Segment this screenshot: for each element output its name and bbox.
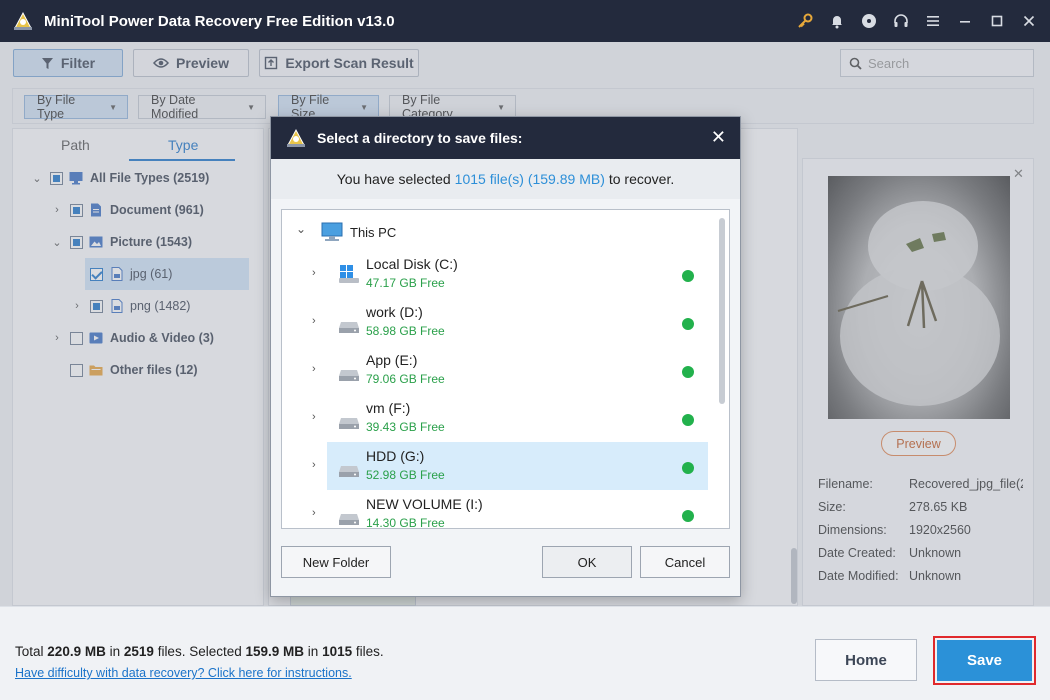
recovery-summary: Total 220.9 MB in 2519 files. Selected 1…	[15, 644, 384, 659]
chevron-right-icon[interactable]: ›	[312, 459, 316, 471]
drive-item-i[interactable]: › NEW VOLUME (I:) 14.30 GB Free	[282, 490, 712, 529]
selected-size: 159.9 MB	[245, 644, 305, 659]
hard-drive-icon	[339, 514, 359, 525]
drive-item-g[interactable]: › HDD (G:) 52.98 GB Free	[282, 442, 712, 490]
drive-item-d[interactable]: › work (D:) 58.98 GB Free	[282, 298, 712, 346]
drive-item-e[interactable]: › App (E:) 79.06 GB Free	[282, 346, 712, 394]
directory-scrollbar[interactable]	[719, 218, 725, 404]
drive-name: App (E:)	[366, 352, 418, 368]
key-icon[interactable]	[796, 12, 814, 30]
hard-drive-icon	[339, 418, 359, 429]
selection-summary: You have selected 1015 file(s) (159.89 M…	[271, 159, 740, 199]
drive-name: NEW VOLUME (I:)	[366, 496, 483, 512]
headset-icon[interactable]	[892, 12, 910, 30]
save-button-highlight: Save	[933, 636, 1036, 685]
dialog-header: Select a directory to save files: ✕	[271, 117, 740, 159]
drive-status-dot	[682, 462, 694, 474]
help-link[interactable]: Have difficulty with data recovery? Clic…	[15, 666, 352, 680]
chevron-right-icon[interactable]: ›	[312, 507, 316, 519]
drive-status-dot	[682, 414, 694, 426]
hard-drive-icon	[339, 322, 359, 333]
home-button[interactable]: Home	[815, 639, 917, 681]
computer-icon	[321, 222, 343, 241]
summary-files-selected: files. Selected	[157, 644, 242, 659]
title-bar: MiniTool Power Data Recovery Free Editio…	[0, 0, 1050, 42]
drive-free-space: 39.43 GB Free	[366, 420, 445, 434]
minimize-icon[interactable]	[956, 12, 974, 30]
drive-status-dot	[682, 270, 694, 282]
summary-in: in	[109, 644, 121, 659]
window-title: MiniTool Power Data Recovery Free Editio…	[44, 12, 395, 30]
disc-icon[interactable]	[860, 12, 878, 30]
drive-item-c[interactable]: › Local Disk (C:) 47.17 GB Free	[282, 250, 712, 298]
summary-files: files.	[355, 644, 384, 659]
drive-name: vm (F:)	[366, 400, 411, 416]
drive-free-space: 52.98 GB Free	[366, 468, 445, 482]
app-logo-icon	[14, 11, 32, 30]
save-button[interactable]: Save	[937, 640, 1032, 681]
maximize-icon[interactable]	[988, 12, 1006, 30]
drive-free-space: 79.06 GB Free	[366, 372, 445, 386]
info-suffix: to recover.	[608, 171, 675, 187]
drive-status-dot	[682, 366, 694, 378]
directory-tree: ⌄ This PC › Local Disk (C:) 47.17 GB Fre…	[281, 209, 730, 529]
this-pc-label: This PC	[350, 225, 397, 240]
summary-in: in	[307, 644, 319, 659]
total-size: 220.9 MB	[47, 644, 106, 659]
chevron-right-icon[interactable]: ›	[312, 411, 316, 423]
drive-status-dot	[682, 510, 694, 522]
info-prefix: You have selected	[336, 171, 451, 187]
new-folder-button[interactable]: New Folder	[281, 546, 391, 578]
cancel-button[interactable]: Cancel	[640, 546, 730, 578]
menu-icon[interactable]	[924, 12, 942, 30]
total-files: 2519	[123, 644, 154, 659]
drive-status-dot	[682, 318, 694, 330]
selected-files: 1015	[322, 644, 353, 659]
hard-drive-icon	[339, 466, 359, 477]
hard-drive-icon	[339, 370, 359, 381]
dialog-close-icon[interactable]: ✕	[711, 128, 726, 146]
dialog-title: Select a directory to save files:	[317, 130, 523, 146]
drive-name: work (D:)	[366, 304, 423, 320]
drive-free-space: 58.98 GB Free	[366, 324, 445, 338]
app-logo-icon	[287, 128, 305, 147]
windows-drive-icon	[339, 265, 359, 283]
drive-free-space: 47.17 GB Free	[366, 276, 445, 290]
drive-name: Local Disk (C:)	[366, 256, 458, 272]
close-icon[interactable]	[1020, 12, 1038, 30]
bottom-bar: Total 220.9 MB in 2519 files. Selected 1…	[0, 606, 1050, 700]
chevron-right-icon[interactable]: ›	[312, 315, 316, 327]
bell-icon[interactable]	[828, 12, 846, 30]
chevron-right-icon[interactable]: ›	[312, 363, 316, 375]
summary-total-prefix: Total	[15, 644, 44, 659]
chevron-right-icon[interactable]: ›	[312, 267, 316, 279]
ok-button[interactable]: OK	[542, 546, 632, 578]
drive-name: HDD (G:)	[366, 448, 425, 464]
save-directory-dialog: Select a directory to save files: ✕ You …	[270, 116, 741, 597]
selected-files-count: 1015 file(s) (159.89 MB)	[454, 171, 605, 187]
chevron-down-icon[interactable]: ⌄	[296, 222, 306, 236]
tree-item-this-pc[interactable]: ⌄ This PC	[282, 220, 712, 246]
drive-free-space: 14.30 GB Free	[366, 516, 445, 529]
drive-item-f[interactable]: › vm (F:) 39.43 GB Free	[282, 394, 712, 442]
